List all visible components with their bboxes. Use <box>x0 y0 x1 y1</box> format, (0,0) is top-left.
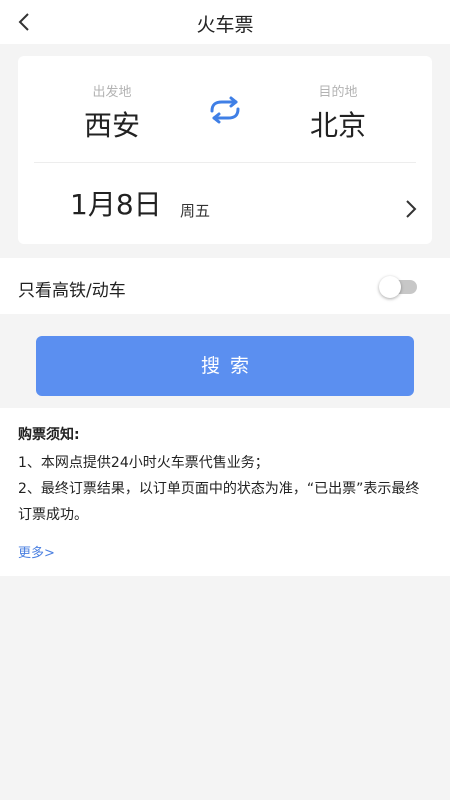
route-card: 出发地 西安 目的地 北京 1月8日 周五 <box>18 56 432 244</box>
departure-station[interactable]: 出发地 西安 <box>42 84 182 144</box>
swap-stations-button[interactable] <box>206 96 244 124</box>
toggle-knob <box>379 276 401 298</box>
arrival-label: 目的地 <box>318 85 358 100</box>
purchase-notice: 购票须知: 1、本网点提供24小时火车票代售业务； 2、最终订票结果，以订单页面… <box>0 408 450 576</box>
notice-title: 购票须知: <box>18 427 80 443</box>
page-title: 火车票 <box>196 14 254 36</box>
high-speed-filter-label: 只看高铁/动车 <box>18 281 126 301</box>
departure-label: 出发地 <box>92 85 132 100</box>
search-button[interactable]: 搜索 <box>36 336 414 396</box>
app-header: 火车票 <box>0 0 450 44</box>
departure-weekday: 周五 <box>180 202 211 220</box>
date-selector[interactable]: 1月8日 周五 <box>18 163 432 244</box>
more-link[interactable]: 更多> <box>18 542 55 561</box>
high-speed-toggle[interactable] <box>379 276 419 298</box>
arrival-station[interactable]: 目的地 北京 <box>268 84 408 144</box>
chevron-right-icon <box>406 200 417 218</box>
notice-item: 1、本网点提供24小时火车票代售业务； <box>18 455 269 471</box>
departure-date: 1月8日 <box>70 188 162 221</box>
departure-city: 西安 <box>83 109 140 142</box>
swap-icon <box>210 96 240 124</box>
arrival-city: 北京 <box>309 109 366 142</box>
notice-item: 2、最终订票结果，以订单页面中的状态为准，“已出票”表示最终订票成功。 <box>18 481 420 523</box>
